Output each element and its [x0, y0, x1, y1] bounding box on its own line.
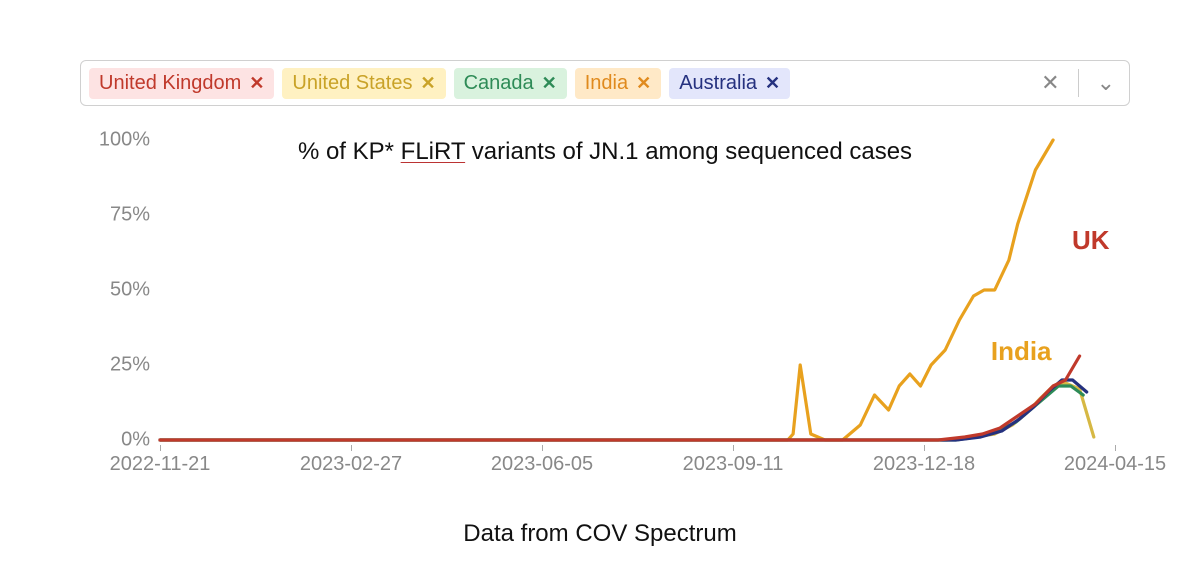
filter-controls: ✕ ⌄ — [1035, 69, 1121, 97]
chart-annotation: UK — [1072, 225, 1110, 256]
close-icon[interactable]: ✕ — [765, 73, 780, 94]
plot-region — [160, 140, 1115, 440]
x-tickmark — [1115, 445, 1116, 451]
y-tick-label: 75% — [80, 204, 150, 227]
x-tick-label: 2023-02-27 — [300, 453, 402, 476]
country-filter-bar[interactable]: United Kingdom✕United States✕Canada✕Indi… — [80, 60, 1130, 106]
chart: % of KP* FLiRT variants of JN.1 among se… — [80, 130, 1130, 490]
filter-chip[interactable]: India ✕ — [575, 68, 661, 99]
close-icon[interactable]: ✕ — [636, 73, 651, 94]
x-tick-label: 2023-12-18 — [873, 453, 975, 476]
x-tickmark — [351, 445, 352, 451]
y-tick-label: 50% — [80, 279, 150, 302]
series-line — [160, 140, 1053, 440]
x-tick-label: 2023-09-11 — [683, 453, 784, 476]
x-tick-label: 2024-04-15 — [1064, 453, 1166, 476]
filter-chip[interactable]: Canada ✕ — [454, 68, 567, 99]
filter-chip[interactable]: United Kingdom ✕ — [89, 68, 274, 99]
x-tickmark — [542, 445, 543, 451]
source-caption: Data from COV Spectrum — [0, 520, 1200, 548]
chip-label: United States — [292, 72, 412, 95]
close-icon[interactable]: ✕ — [420, 73, 435, 94]
y-tick-label: 0% — [80, 429, 150, 452]
chip-label: India — [585, 72, 628, 95]
filter-chip[interactable]: United States ✕ — [282, 68, 445, 99]
x-tickmark — [160, 445, 161, 451]
y-axis: 0%25%50%75%100% — [80, 140, 158, 440]
y-tick-label: 25% — [80, 354, 150, 377]
chart-annotation: India — [991, 336, 1052, 367]
plot-svg — [160, 140, 1115, 440]
close-icon[interactable]: ✕ — [542, 73, 557, 94]
series-line — [160, 383, 1094, 440]
chip-label: United Kingdom — [99, 72, 241, 95]
x-tickmark — [924, 445, 925, 451]
chip-label: Australia — [679, 72, 757, 95]
x-tick-label: 2022-11-21 — [110, 453, 211, 476]
clear-all-button[interactable]: ✕ — [1035, 70, 1065, 96]
chip-label: Canada — [464, 72, 534, 95]
y-tick-label: 100% — [80, 129, 150, 152]
series-line — [160, 386, 1083, 440]
chevron-down-icon[interactable]: ⌄ — [1091, 70, 1121, 96]
x-tick-label: 2023-06-05 — [491, 453, 593, 476]
series-line — [160, 380, 1087, 440]
close-icon[interactable]: ✕ — [249, 73, 264, 94]
filter-chip[interactable]: Australia ✕ — [669, 68, 790, 99]
divider — [1078, 69, 1079, 97]
x-axis: 2022-11-212023-02-272023-06-052023-09-11… — [160, 445, 1115, 485]
x-tickmark — [733, 445, 734, 451]
series-line — [160, 356, 1080, 440]
